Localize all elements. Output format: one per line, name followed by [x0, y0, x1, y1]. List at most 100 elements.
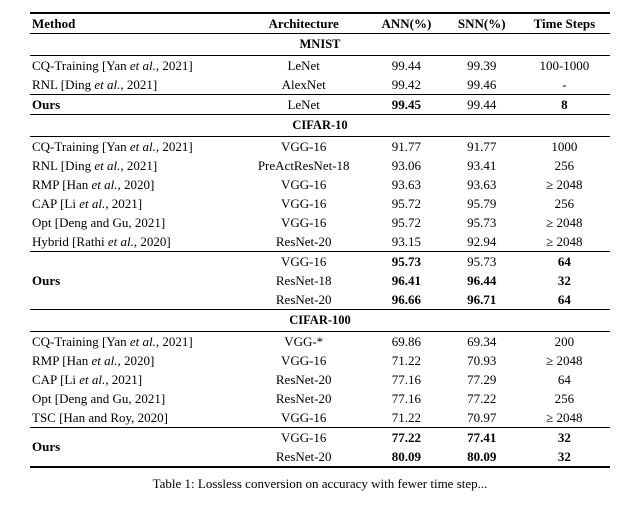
table-row: Opt [Deng and Gu, 2021] ResNet-20 77.16 … — [30, 389, 610, 408]
snn-cell: 99.39 — [445, 56, 519, 76]
steps-cell: ≥ 2048 — [519, 351, 610, 370]
arch-cell: VGG-16 — [239, 428, 368, 448]
steps-cell: 256 — [519, 389, 610, 408]
steps-cell: ≥ 2048 — [519, 232, 610, 252]
snn-cell: 99.44 — [445, 95, 519, 115]
steps-cell: - — [519, 75, 610, 95]
ann-cell: 93.15 — [368, 232, 445, 252]
ann-cell: 99.44 — [368, 56, 445, 76]
ann-cell: 95.73 — [368, 252, 445, 272]
arch-cell: LeNet — [239, 95, 368, 115]
arch-cell: VGG-16 — [239, 175, 368, 194]
method-ours: Ours — [30, 252, 239, 310]
arch-cell: ResNet-20 — [239, 290, 368, 310]
method-name: Hybrid [Rathi et al., 2020] — [30, 232, 239, 252]
ann-cell: 93.06 — [368, 156, 445, 175]
method-name: RMP [Han et al., 2020] — [30, 351, 239, 370]
table-row: Ours LeNet 99.45 99.44 8 — [30, 95, 610, 115]
section-mnist: MNIST — [30, 34, 610, 56]
steps-cell: 64 — [519, 290, 610, 310]
method-name: Opt [Deng and Gu, 2021] — [30, 389, 239, 408]
table-row: CQ-Training [Yan et al., 2021] VGG-16 91… — [30, 137, 610, 157]
method-name: Opt [Deng and Gu, 2021] — [30, 213, 239, 232]
steps-cell: 200 — [519, 332, 610, 352]
arch-cell: VGG-16 — [239, 408, 368, 428]
col-arch: Architecture — [239, 13, 368, 34]
col-snn: SNN(%) — [445, 13, 519, 34]
table-row: CQ-Training [Yan et al., 2021] LeNet 99.… — [30, 56, 610, 76]
arch-cell: VGG-16 — [239, 351, 368, 370]
table-row: CQ-Training [Yan et al., 2021] VGG-* 69.… — [30, 332, 610, 352]
table-row: RNL [Ding et al., 2021] PreActResNet-18 … — [30, 156, 610, 175]
table-row: CAP [Li et al., 2021] ResNet-20 77.16 77… — [30, 370, 610, 389]
method-name: CQ-Training [Yan et al., 2021] — [30, 137, 239, 157]
arch-cell: ResNet-20 — [239, 232, 368, 252]
method-name: CAP [Li et al., 2021] — [30, 370, 239, 389]
table-row: Opt [Deng and Gu, 2021] VGG-16 95.72 95.… — [30, 213, 610, 232]
method-name: TSC [Han and Roy, 2020] — [30, 408, 239, 428]
ann-cell: 80.09 — [368, 447, 445, 467]
ann-cell: 91.77 — [368, 137, 445, 157]
header-row: Method Architecture ANN(%) SNN(%) Time S… — [30, 13, 610, 34]
ann-cell: 95.72 — [368, 194, 445, 213]
table-row: CAP [Li et al., 2021] VGG-16 95.72 95.79… — [30, 194, 610, 213]
snn-cell: 93.63 — [445, 175, 519, 194]
col-steps: Time Steps — [519, 13, 610, 34]
method-name: CQ-Training [Yan et al., 2021] — [30, 332, 239, 352]
col-method: Method — [30, 13, 239, 34]
ann-cell: 77.22 — [368, 428, 445, 448]
table-row: RNL [Ding et al., 2021] AlexNet 99.42 99… — [30, 75, 610, 95]
arch-cell: PreActResNet-18 — [239, 156, 368, 175]
section-cifar100: CIFAR-100 — [30, 310, 610, 332]
snn-cell: 96.71 — [445, 290, 519, 310]
table-row: Ours VGG-16 95.73 95.73 64 — [30, 252, 610, 272]
snn-cell: 91.77 — [445, 137, 519, 157]
steps-cell: 64 — [519, 370, 610, 389]
steps-cell: 8 — [519, 95, 610, 115]
arch-cell: VGG-16 — [239, 137, 368, 157]
steps-cell: 64 — [519, 252, 610, 272]
snn-cell: 77.22 — [445, 389, 519, 408]
section-mnist-label: MNIST — [30, 34, 610, 56]
snn-cell: 99.46 — [445, 75, 519, 95]
ann-cell: 77.16 — [368, 370, 445, 389]
method-name: RNL [Ding et al., 2021] — [30, 156, 239, 175]
snn-cell: 77.29 — [445, 370, 519, 389]
steps-cell: 1000 — [519, 137, 610, 157]
arch-cell: VGG-* — [239, 332, 368, 352]
steps-cell: ≥ 2048 — [519, 175, 610, 194]
table-row: RMP [Han et al., 2020] VGG-16 93.63 93.6… — [30, 175, 610, 194]
snn-cell: 80.09 — [445, 447, 519, 467]
ann-cell: 96.66 — [368, 290, 445, 310]
steps-cell: 32 — [519, 271, 610, 290]
arch-cell: VGG-16 — [239, 194, 368, 213]
arch-cell: LeNet — [239, 56, 368, 76]
snn-cell: 95.73 — [445, 252, 519, 272]
arch-cell: ResNet-20 — [239, 370, 368, 389]
snn-cell: 93.41 — [445, 156, 519, 175]
arch-cell: VGG-16 — [239, 252, 368, 272]
ann-cell: 93.63 — [368, 175, 445, 194]
snn-cell: 77.41 — [445, 428, 519, 448]
steps-cell: 256 — [519, 194, 610, 213]
table-row: RMP [Han et al., 2020] VGG-16 71.22 70.9… — [30, 351, 610, 370]
snn-cell: 92.94 — [445, 232, 519, 252]
steps-cell: ≥ 2048 — [519, 213, 610, 232]
arch-cell: VGG-16 — [239, 213, 368, 232]
steps-cell: 100-1000 — [519, 56, 610, 76]
method-name: RNL [Ding et al., 2021] — [30, 75, 239, 95]
snn-cell: 70.97 — [445, 408, 519, 428]
method-ours: Ours — [30, 95, 239, 115]
steps-cell: ≥ 2048 — [519, 408, 610, 428]
arch-cell: ResNet-20 — [239, 389, 368, 408]
section-cifar100-label: CIFAR-100 — [30, 310, 610, 332]
table-row: Ours VGG-16 77.22 77.41 32 — [30, 428, 610, 448]
steps-cell: 32 — [519, 447, 610, 467]
ann-cell: 95.72 — [368, 213, 445, 232]
method-ours: Ours — [30, 428, 239, 468]
method-name: RMP [Han et al., 2020] — [30, 175, 239, 194]
section-cifar10-label: CIFAR-10 — [30, 115, 610, 137]
steps-cell: 32 — [519, 428, 610, 448]
ann-cell: 99.42 — [368, 75, 445, 95]
ann-cell: 96.41 — [368, 271, 445, 290]
